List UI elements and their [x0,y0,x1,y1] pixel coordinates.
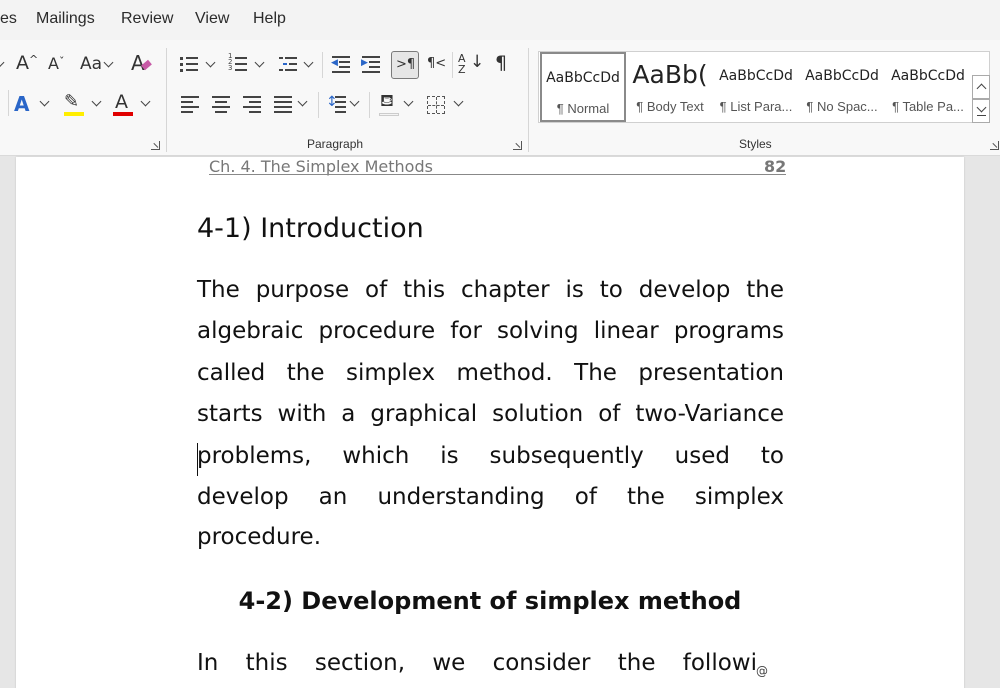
styles-more-button[interactable] [972,99,990,123]
align-center-icon[interactable] [212,96,230,113]
align-left-icon[interactable] [181,96,199,113]
styles-group-label: Styles [739,137,772,151]
style-body-text[interactable]: AaBb( ¶ Body Text [627,52,713,122]
highlight-button[interactable]: ✎ [64,93,79,111]
ltr-paragraph-icon: >¶ [396,57,416,72]
ltr-text-direction-button[interactable]: >¶ [391,51,419,79]
numbering-icon[interactable]: 123 [228,53,247,72]
styles-dialog-launcher-icon[interactable] [990,141,999,150]
ribbon: A^ Aˇ Aa A A ✎ A 123 ◀ ▶ >¶ ¶< A Z ↓ ¶ ↕… [0,40,1000,156]
paragraph-group-label: Paragraph [307,137,364,151]
divider [8,90,9,116]
highlight-color-bar [64,112,84,116]
font-color-dropdown-icon[interactable] [140,96,151,107]
bullets-icon[interactable] [180,56,198,72]
paragraph-dialog-launcher-icon[interactable] [513,141,522,150]
font-dialog-launcher-icon[interactable] [151,141,160,150]
numbering-dropdown-icon[interactable] [254,57,265,68]
font-color-icon: A [115,91,128,113]
style-normal[interactable]: AaBbCcDd ¶ Normal [540,52,626,122]
font-color-bar [113,112,133,116]
borders-dropdown-icon[interactable] [453,96,464,107]
tab-view[interactable]: View [195,10,229,28]
overlay-glyph: ‌@ [756,664,768,678]
text-cursor [197,443,198,476]
paragraph-line: procedure. [197,524,322,550]
ribbon-tab-bar: es Mailings Review View Help [0,0,1000,40]
change-case-dropdown-icon[interactable] [103,57,114,68]
tab-references[interactable]: es [0,10,17,28]
divider [452,52,453,78]
tab-mailings[interactable]: Mailings [36,10,95,28]
change-case-button[interactable]: Aa [80,56,102,73]
paragraph-line: algebraic procedure for solving linear p… [197,318,784,344]
caret-up-icon: ^ [29,53,39,66]
decrease-indent-icon[interactable]: ◀ [331,56,350,73]
bullets-dropdown-icon[interactable] [205,57,216,68]
styles-gallery: AaBbCcDd ¶ Normal AaBb( ¶ Body Text AaBb… [538,51,990,123]
multilevel-list-icon[interactable] [279,55,297,71]
line-spacing-icon[interactable]: ↕ [326,94,346,113]
justify-dropdown-icon[interactable] [297,96,308,107]
sort-icon[interactable]: AZ [458,53,466,75]
increase-indent-icon[interactable]: ▶ [361,56,380,73]
divider [322,52,323,78]
group-divider [528,48,529,152]
group-divider [166,48,167,152]
styles-scroll-up-button[interactable] [972,75,990,99]
highlight-dropdown-icon[interactable] [91,96,102,107]
sort-arrow-icon: ↓ [470,52,485,72]
shrink-font-button[interactable]: Aˇ [48,56,64,72]
tab-help[interactable]: Help [253,10,286,28]
justify-icon[interactable] [274,96,292,113]
rtl-text-direction-icon[interactable]: ¶< [427,57,446,70]
style-no-spacing[interactable]: AaBbCcDd ¶ No Spac... [799,52,885,122]
tab-review[interactable]: Review [121,10,173,28]
paragraph-line: called the simplex method. The presentat… [197,360,784,386]
show-formatting-marks-icon[interactable]: ¶ [495,54,507,73]
shading-dropdown-icon[interactable] [403,96,414,107]
text-effects-button[interactable]: A [14,94,29,114]
section-heading-development: 4-2) Development of simplex method [238,587,742,615]
chevron-down-icon [976,102,987,113]
font-color-button[interactable]: A [115,93,128,112]
text-effects-icon: A [14,92,30,116]
section-heading-introduction: 4-1) Introduction [197,213,424,244]
chevron-up-icon [976,83,987,94]
borders-icon[interactable] [427,96,445,114]
paragraph-line: starts with a graphical solution of two-… [197,401,784,427]
paragraph-line: The purpose of this chapter is to develo… [197,277,784,303]
style-table-paragraph[interactable]: AaBbCcDd ¶ Table Pa... [885,52,971,122]
shading-icon[interactable]: ⛾ [380,93,394,110]
grow-font-button[interactable]: A^ [16,54,38,73]
line-spacing-dropdown-icon[interactable] [349,96,360,107]
style-list-paragraph[interactable]: AaBbCcDd ¶ List Para... [713,52,799,122]
align-right-icon[interactable] [243,96,261,113]
clear-formatting-button[interactable]: A [131,53,152,73]
text-effects-dropdown-icon[interactable] [39,96,50,107]
divider [369,92,370,118]
multilevel-dropdown-icon[interactable] [303,57,314,68]
shading-color-bar [379,113,399,116]
divider [318,92,319,118]
header-rule [209,174,786,175]
caret-down-icon: ˇ [58,55,65,68]
paragraph-line: develop an understanding of the simplex [197,484,784,510]
paragraph-line: problems, which is subsequently used to [197,443,784,469]
font-size-dropdown-icon[interactable] [0,57,5,68]
highlighter-icon: ✎ [64,91,80,112]
paragraph-line: In this section, we consider the followi [197,650,757,676]
